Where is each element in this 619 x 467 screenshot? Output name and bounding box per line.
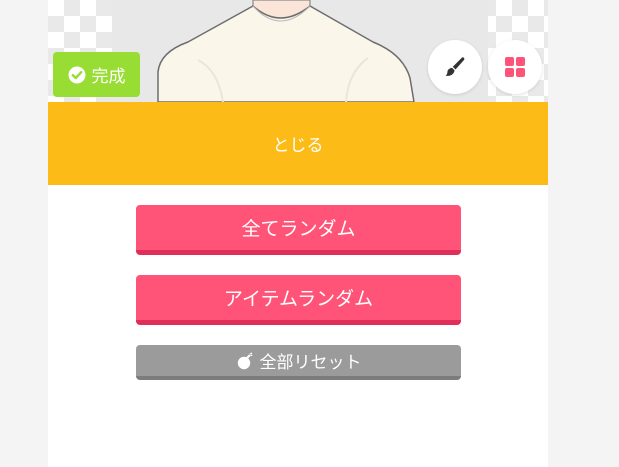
grid-icon	[505, 57, 525, 77]
randomize-items-label: アイテムランダム	[223, 288, 374, 310]
brush-icon	[445, 57, 465, 76]
brush-button[interactable]	[428, 40, 482, 94]
close-button[interactable]: とじる	[48, 102, 548, 185]
close-button-label: とじる	[272, 136, 324, 156]
reset-all-button[interactable]: 全部リセット	[136, 345, 461, 380]
randomize-all-button[interactable]: 全てランダム	[136, 205, 461, 255]
character-preview: 完成	[48, 0, 548, 102]
check-icon	[68, 66, 85, 83]
reset-all-label: 全部リセット	[259, 353, 362, 373]
randomize-all-label: 全てランダム	[241, 218, 356, 240]
dressup-panel: 完成 とじる 全てランダム アイテムランダム 全部リセット	[48, 0, 548, 467]
done-button-label: 完成	[91, 67, 126, 87]
randomize-items-button[interactable]: アイテムランダム	[136, 275, 461, 325]
done-button[interactable]: 完成	[53, 52, 140, 97]
bomb-icon	[237, 352, 252, 369]
grid-button[interactable]	[488, 40, 542, 94]
